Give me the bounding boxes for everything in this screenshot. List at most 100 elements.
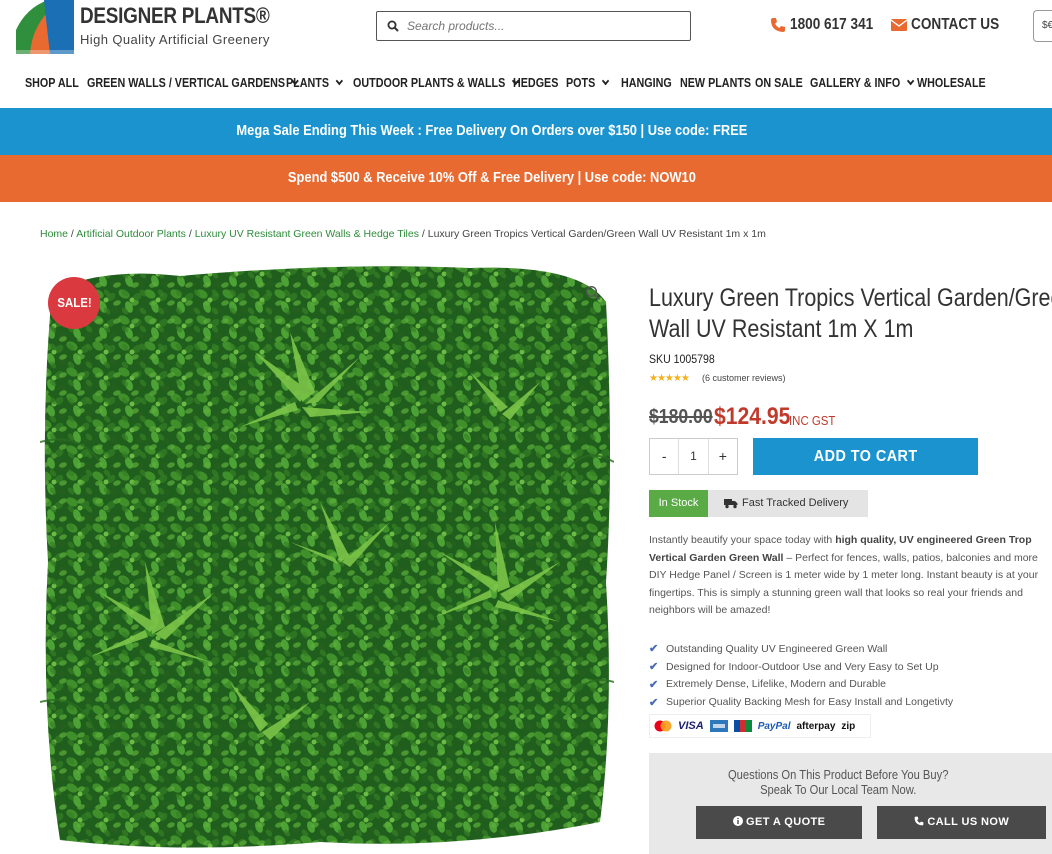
contact-us-label: CONTACT US: [911, 16, 1000, 33]
phone-number: 1800 617 341: [790, 16, 874, 33]
add-to-cart-button[interactable]: ADD TO CART: [753, 438, 978, 475]
nav-item-gallery[interactable]: GALLERY & INFO: [810, 76, 915, 90]
sale-price: $124.95: [714, 403, 791, 430]
nav-item-on-sale[interactable]: ON SALE: [755, 76, 803, 90]
breadcrumb-green-walls[interactable]: Luxury UV Resistant Green Walls & Hedge …: [195, 228, 419, 240]
feature-text: Outstanding Quality UV Engineered Green …: [666, 642, 888, 655]
product-title: Luxury Green Tropics Vertical Garden/Gre…: [649, 283, 1052, 345]
nav-label: GREEN WALLS / VERTICAL GARDENS: [87, 76, 286, 90]
quantity-increase-button[interactable]: +: [709, 439, 737, 474]
promo-banner-spend[interactable]: Spend $500 & Receive 10% Off & Free Deli…: [0, 155, 1052, 202]
desc-bold: high quality, UV engineered Green Trop: [835, 534, 1032, 546]
chevron-down-icon: [335, 76, 343, 86]
quote-box: Questions On This Product Before You Buy…: [649, 753, 1052, 854]
nav-label: POTS: [566, 76, 596, 90]
quote-line: Questions On This Product Before You Buy…: [727, 767, 949, 782]
breadcrumb: Home / Artificial Outdoor Plants / Luxur…: [40, 228, 766, 240]
breadcrumb-home[interactable]: Home: [40, 228, 68, 240]
call-us-now-label: CALL US NOW: [927, 816, 1010, 828]
phone-link[interactable]: 1800 617 341: [770, 16, 888, 34]
quote-line: Speak To Our Local Team Now.: [760, 782, 917, 797]
nav-label: OUTDOOR PLANTS & WALLS: [353, 76, 506, 90]
chevron-down-icon: [906, 76, 915, 86]
contact-us-link[interactable]: CONTACT US: [891, 16, 1015, 34]
sale-badge-text: SALE!: [56, 295, 92, 310]
product-title-line: Luxury Green Tropics Vertical Garden/Gre…: [649, 284, 1052, 312]
nav-label: HEDGES: [513, 76, 559, 90]
nav-label: SHOP ALL: [25, 76, 79, 90]
brand-name[interactable]: DESIGNER PLANTS®: [80, 3, 270, 29]
paypal-icon: PayPal: [757, 720, 791, 732]
afterpay-icon: afterpay: [796, 720, 836, 732]
list-item: ✔ Extremely Dense, Lifelike, Modern and D…: [649, 676, 953, 694]
check-icon: ✔: [649, 643, 659, 656]
nav-item-green-walls[interactable]: GREEN WALLS / VERTICAL GARDENS: [87, 76, 300, 90]
quantity-decrease-button[interactable]: -: [650, 439, 678, 474]
search-input[interactable]: [407, 16, 677, 36]
jcb-icon: [733, 720, 752, 732]
breadcrumb-current: Luxury Green Tropics Vertical Garden/Gre…: [427, 228, 766, 240]
site-header: DESIGNER PLANTS® High Quality Artificial…: [0, 0, 1052, 56]
currency-switcher[interactable]: $€: [1033, 10, 1052, 42]
delivery-label: Fast Tracked Delivery: [742, 497, 849, 509]
nav-item-pots[interactable]: POTS: [566, 76, 610, 90]
truck-icon: [724, 499, 738, 509]
product-title-line: Wall UV Resistant 1m X 1m: [649, 315, 914, 343]
nav-label: ON SALE: [755, 76, 803, 90]
check-icon: ✔: [649, 696, 659, 709]
magnify-icon[interactable]: [585, 285, 601, 301]
get-a-quote-button[interactable]: GET A QUOTE: [696, 806, 862, 839]
promo-banner-free-delivery[interactable]: Mega Sale Ending This Week : Free Delive…: [0, 108, 1052, 155]
mastercard-icon: [654, 720, 672, 732]
product-image[interactable]: [40, 262, 614, 854]
desc-text: Instantly beautify your space today with: [649, 534, 836, 546]
breadcrumb-separator: /: [68, 228, 77, 240]
envelope-icon: [891, 19, 907, 31]
nav-item-hedges[interactable]: HEDGES: [513, 76, 558, 90]
original-price: $180.00: [649, 406, 713, 428]
nav-item-outdoor-plants[interactable]: OUTDOOR PLANTS & WALLS: [353, 76, 520, 90]
feature-text: Extremely Dense, Lifelike, Modern and Du…: [666, 678, 887, 691]
in-stock-badge: In Stock: [649, 490, 708, 517]
desc-text: fingertips. This is simply a stunning gr…: [649, 586, 1023, 599]
call-us-now-button[interactable]: CALL US NOW: [877, 806, 1046, 839]
nav-item-hanging[interactable]: HANGING: [621, 76, 672, 90]
gst-label: INC GST: [789, 413, 836, 428]
check-icon: ✔: [649, 678, 659, 691]
promo-banner-text: Mega Sale Ending This Week : Free Delive…: [236, 122, 748, 139]
nav-label: HANGING: [621, 76, 672, 90]
desc-text: – Perfect for fences, walls, patios, bal…: [783, 551, 1038, 564]
logo-icon[interactable]: [16, 0, 74, 54]
nav-item-plants[interactable]: PLANTS: [286, 76, 343, 90]
add-to-cart-label: ADD TO CART: [813, 448, 918, 465]
search-box[interactable]: [376, 11, 691, 41]
nav-item-new-plants[interactable]: NEW PLANTS: [680, 76, 751, 90]
breadcrumb-separator: /: [185, 228, 195, 240]
info-icon: [732, 816, 743, 826]
sale-badge: SALE!: [48, 277, 100, 329]
list-item: ✔ Superior Quality Backing Mesh for Easy …: [649, 693, 953, 711]
feature-list: ✔ Outstanding Quality UV Engineered Green…: [649, 640, 953, 711]
desc-text: DIY Hedge Panel / Screen is 1 meter wide…: [649, 569, 1039, 582]
customer-reviews-link[interactable]: (6 customer reviews): [702, 373, 786, 383]
nav-label: WHOLESALE: [917, 76, 986, 90]
nav-label: PLANTS: [286, 76, 329, 90]
visa-icon: VISA: [678, 720, 704, 732]
product-sku: SKU 1005798: [649, 352, 715, 366]
list-item: ✔ Outstanding Quality UV Engineered Green…: [649, 640, 953, 658]
quantity-stepper: - 1 +: [649, 438, 738, 475]
desc-bold: Vertical Garden Green Wall: [649, 551, 784, 564]
breadcrumb-outdoor-plants[interactable]: Artificial Outdoor Plants: [76, 228, 186, 240]
green-wall-photo: [40, 262, 614, 854]
nav-item-wholesale[interactable]: WHOLESALE: [917, 76, 986, 90]
nav-item-shop-all[interactable]: SHOP ALL: [25, 76, 79, 90]
breadcrumb-separator: /: [418, 228, 428, 240]
get-a-quote-label: GET A QUOTE: [746, 816, 826, 828]
phone-icon: [771, 18, 785, 32]
chevron-down-icon: [601, 76, 610, 86]
main-nav: SHOP ALL GREEN WALLS / VERTICAL GARDENS …: [0, 56, 1052, 108]
quantity-input[interactable]: 1: [678, 439, 709, 474]
payment-methods: VISA PayPal afterpay zip: [649, 714, 871, 738]
nav-label: NEW PLANTS: [680, 76, 752, 90]
promo-banner-text: Spend $500 & Receive 10% Off & Free Deli…: [287, 169, 696, 186]
